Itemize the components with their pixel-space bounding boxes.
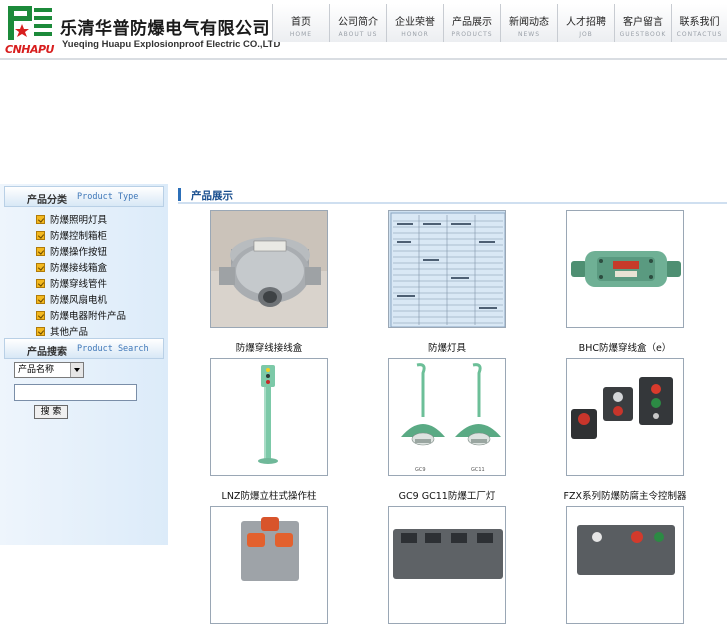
title-marker-icon: [178, 188, 181, 201]
search-title-en: Product Search: [77, 344, 149, 354]
category-title-cn: 产品分类: [27, 195, 67, 206]
product-image[interactable]: [210, 358, 328, 476]
category-label: 防爆操作按钮: [50, 247, 108, 258]
product-caption[interactable]: 防爆灯具: [358, 340, 536, 354]
nav-label-cn: 公司简介: [338, 17, 378, 28]
category-label: 防爆电器附件产品: [50, 311, 127, 322]
product-caption[interactable]: LNZ防爆立柱式操作柱: [180, 488, 358, 502]
product-image[interactable]: [210, 506, 328, 624]
category-item[interactable]: 防爆照明灯具: [36, 211, 126, 227]
nav-label-en: HONOR: [401, 31, 429, 38]
nav-label-en: CONTACTUS: [676, 31, 723, 38]
nav-honor[interactable]: 企业荣誉 HONOR: [386, 4, 443, 42]
category-label: 防爆照明灯具: [50, 215, 108, 226]
category-label: 其他产品: [50, 327, 89, 338]
checkbox-bullet-icon: [36, 214, 45, 224]
nav-label-cn: 新闻动态: [509, 17, 549, 28]
category-list: 防爆照明灯具 防爆控制箱柜 防爆操作按钮 防爆接线箱盒 防爆穿线管件 防爆风扇电…: [36, 211, 126, 339]
product-image[interactable]: [566, 210, 684, 328]
logo-text: CNHAPU: [5, 43, 55, 56]
search-field-value: 产品名称: [18, 365, 55, 375]
nav-products[interactable]: 产品展示 PRODUCTS: [443, 4, 500, 42]
nav-label-en: PRODUCTS: [451, 31, 493, 38]
category-item[interactable]: 其他产品: [36, 323, 126, 339]
checkbox-bullet-icon: [36, 294, 45, 304]
product-image[interactable]: [388, 210, 506, 328]
site-header: CNHAPU 乐清华普防爆电气有限公司 Yueqing Huapu Explos…: [0, 0, 727, 60]
checkbox-bullet-icon: [36, 262, 45, 272]
category-label: 防爆接线箱盒: [50, 263, 108, 274]
category-label: 防爆穿线管件: [50, 279, 108, 290]
factory-lamp-image: GC9 GC11: [389, 359, 505, 475]
nav-label-cn: 企业荣誉: [395, 17, 435, 28]
nav-home[interactable]: 首页 HOME: [272, 4, 329, 42]
product-image[interactable]: GC9 GC11: [388, 358, 506, 476]
category-header: 产品分类 Product Type: [4, 186, 164, 207]
nav-label-cn: 人才招聘: [566, 17, 606, 28]
product-image[interactable]: [566, 358, 684, 476]
certificate-document-image: [389, 211, 505, 327]
category-item[interactable]: 防爆电器附件产品: [36, 307, 126, 323]
button-box-image: [567, 507, 683, 623]
nav-label-en: GUESTBOOK: [619, 31, 667, 38]
product-caption[interactable]: FZX系列防爆防腐主令控制器: [536, 488, 714, 502]
checkbox-bullet-icon: [36, 278, 45, 288]
checkbox-bullet-icon: [36, 230, 45, 240]
category-label: 防爆风扇电机: [50, 295, 108, 306]
product-image[interactable]: [566, 506, 684, 624]
control-box-image: [211, 507, 327, 623]
nav-label-en: ABOUT US: [338, 31, 378, 38]
nav-contact[interactable]: 联系我们 CONTACTUS: [671, 4, 727, 42]
category-title-en: Product Type: [77, 192, 139, 202]
terminal-box-image: [389, 507, 505, 623]
product-image[interactable]: [388, 506, 506, 624]
category-item[interactable]: 防爆风扇电机: [36, 291, 126, 307]
category-item[interactable]: 防爆控制箱柜: [36, 227, 126, 243]
nav-label-en: NEWS: [517, 31, 541, 38]
svg-text:GC9: GC9: [415, 467, 426, 473]
junction-box-image: [211, 211, 327, 327]
nav-guestbook[interactable]: 客户留言 GUESTBOOK: [614, 4, 671, 42]
operation-column-image: [211, 359, 327, 475]
main-nav: 首页 HOME 公司简介 ABOUT US 企业荣誉 HONOR 产品展示 PRODUC…: [272, 4, 727, 42]
search-title-cn: 产品搜索: [27, 347, 67, 358]
search-input[interactable]: [14, 384, 137, 401]
search-header: 产品搜索 Product Search: [4, 338, 164, 359]
pull-box-image: [567, 211, 683, 327]
nav-label-cn: 联系我们: [679, 17, 720, 28]
nav-job[interactable]: 人才招聘 JOB: [557, 4, 614, 42]
company-name-en: Yueqing Huapu Explosionproof Electric CO…: [62, 39, 281, 50]
left-sidebar: 产品分类 Product Type 防爆照明灯具 防爆控制箱柜 防爆操作按钮 防…: [0, 184, 168, 545]
page-title: 产品展示: [191, 190, 233, 202]
nav-label-cn: 首页: [291, 17, 311, 28]
category-label: 防爆控制箱柜: [50, 231, 108, 242]
checkbox-bullet-icon: [36, 310, 45, 320]
nav-label-cn: 客户留言: [623, 17, 663, 28]
control-switch-image: [567, 359, 683, 475]
nav-news[interactable]: 新闻动态 NEWS: [500, 4, 557, 42]
checkbox-bullet-icon: [36, 326, 45, 336]
product-image[interactable]: [210, 210, 328, 328]
nav-about[interactable]: 公司简介 ABOUT US: [329, 4, 386, 42]
main-section-header: 产品展示: [178, 186, 727, 204]
dropdown-arrow-icon: [70, 363, 83, 377]
nav-label-cn: 产品展示: [452, 17, 492, 28]
search-button[interactable]: 搜 索: [34, 405, 68, 419]
product-caption[interactable]: 防爆穿线接线盒: [180, 340, 358, 354]
category-item[interactable]: 防爆接线箱盒: [36, 259, 126, 275]
product-caption[interactable]: BHC防爆穿线盒（e）: [536, 340, 714, 354]
logo-mark-icon: [6, 4, 54, 42]
category-item[interactable]: 防爆操作按钮: [36, 243, 126, 259]
product-caption[interactable]: GC9 GC11防爆工厂灯: [358, 488, 536, 502]
search-field-select[interactable]: 产品名称: [14, 362, 84, 378]
nav-label-en: HOME: [289, 31, 313, 38]
nav-label-en: JOB: [579, 31, 593, 38]
company-name-cn: 乐清华普防爆电气有限公司: [60, 19, 270, 39]
checkbox-bullet-icon: [36, 246, 45, 256]
company-logo[interactable]: CNHAPU: [4, 4, 56, 56]
category-item[interactable]: 防爆穿线管件: [36, 275, 126, 291]
svg-text:GC11: GC11: [471, 467, 485, 473]
